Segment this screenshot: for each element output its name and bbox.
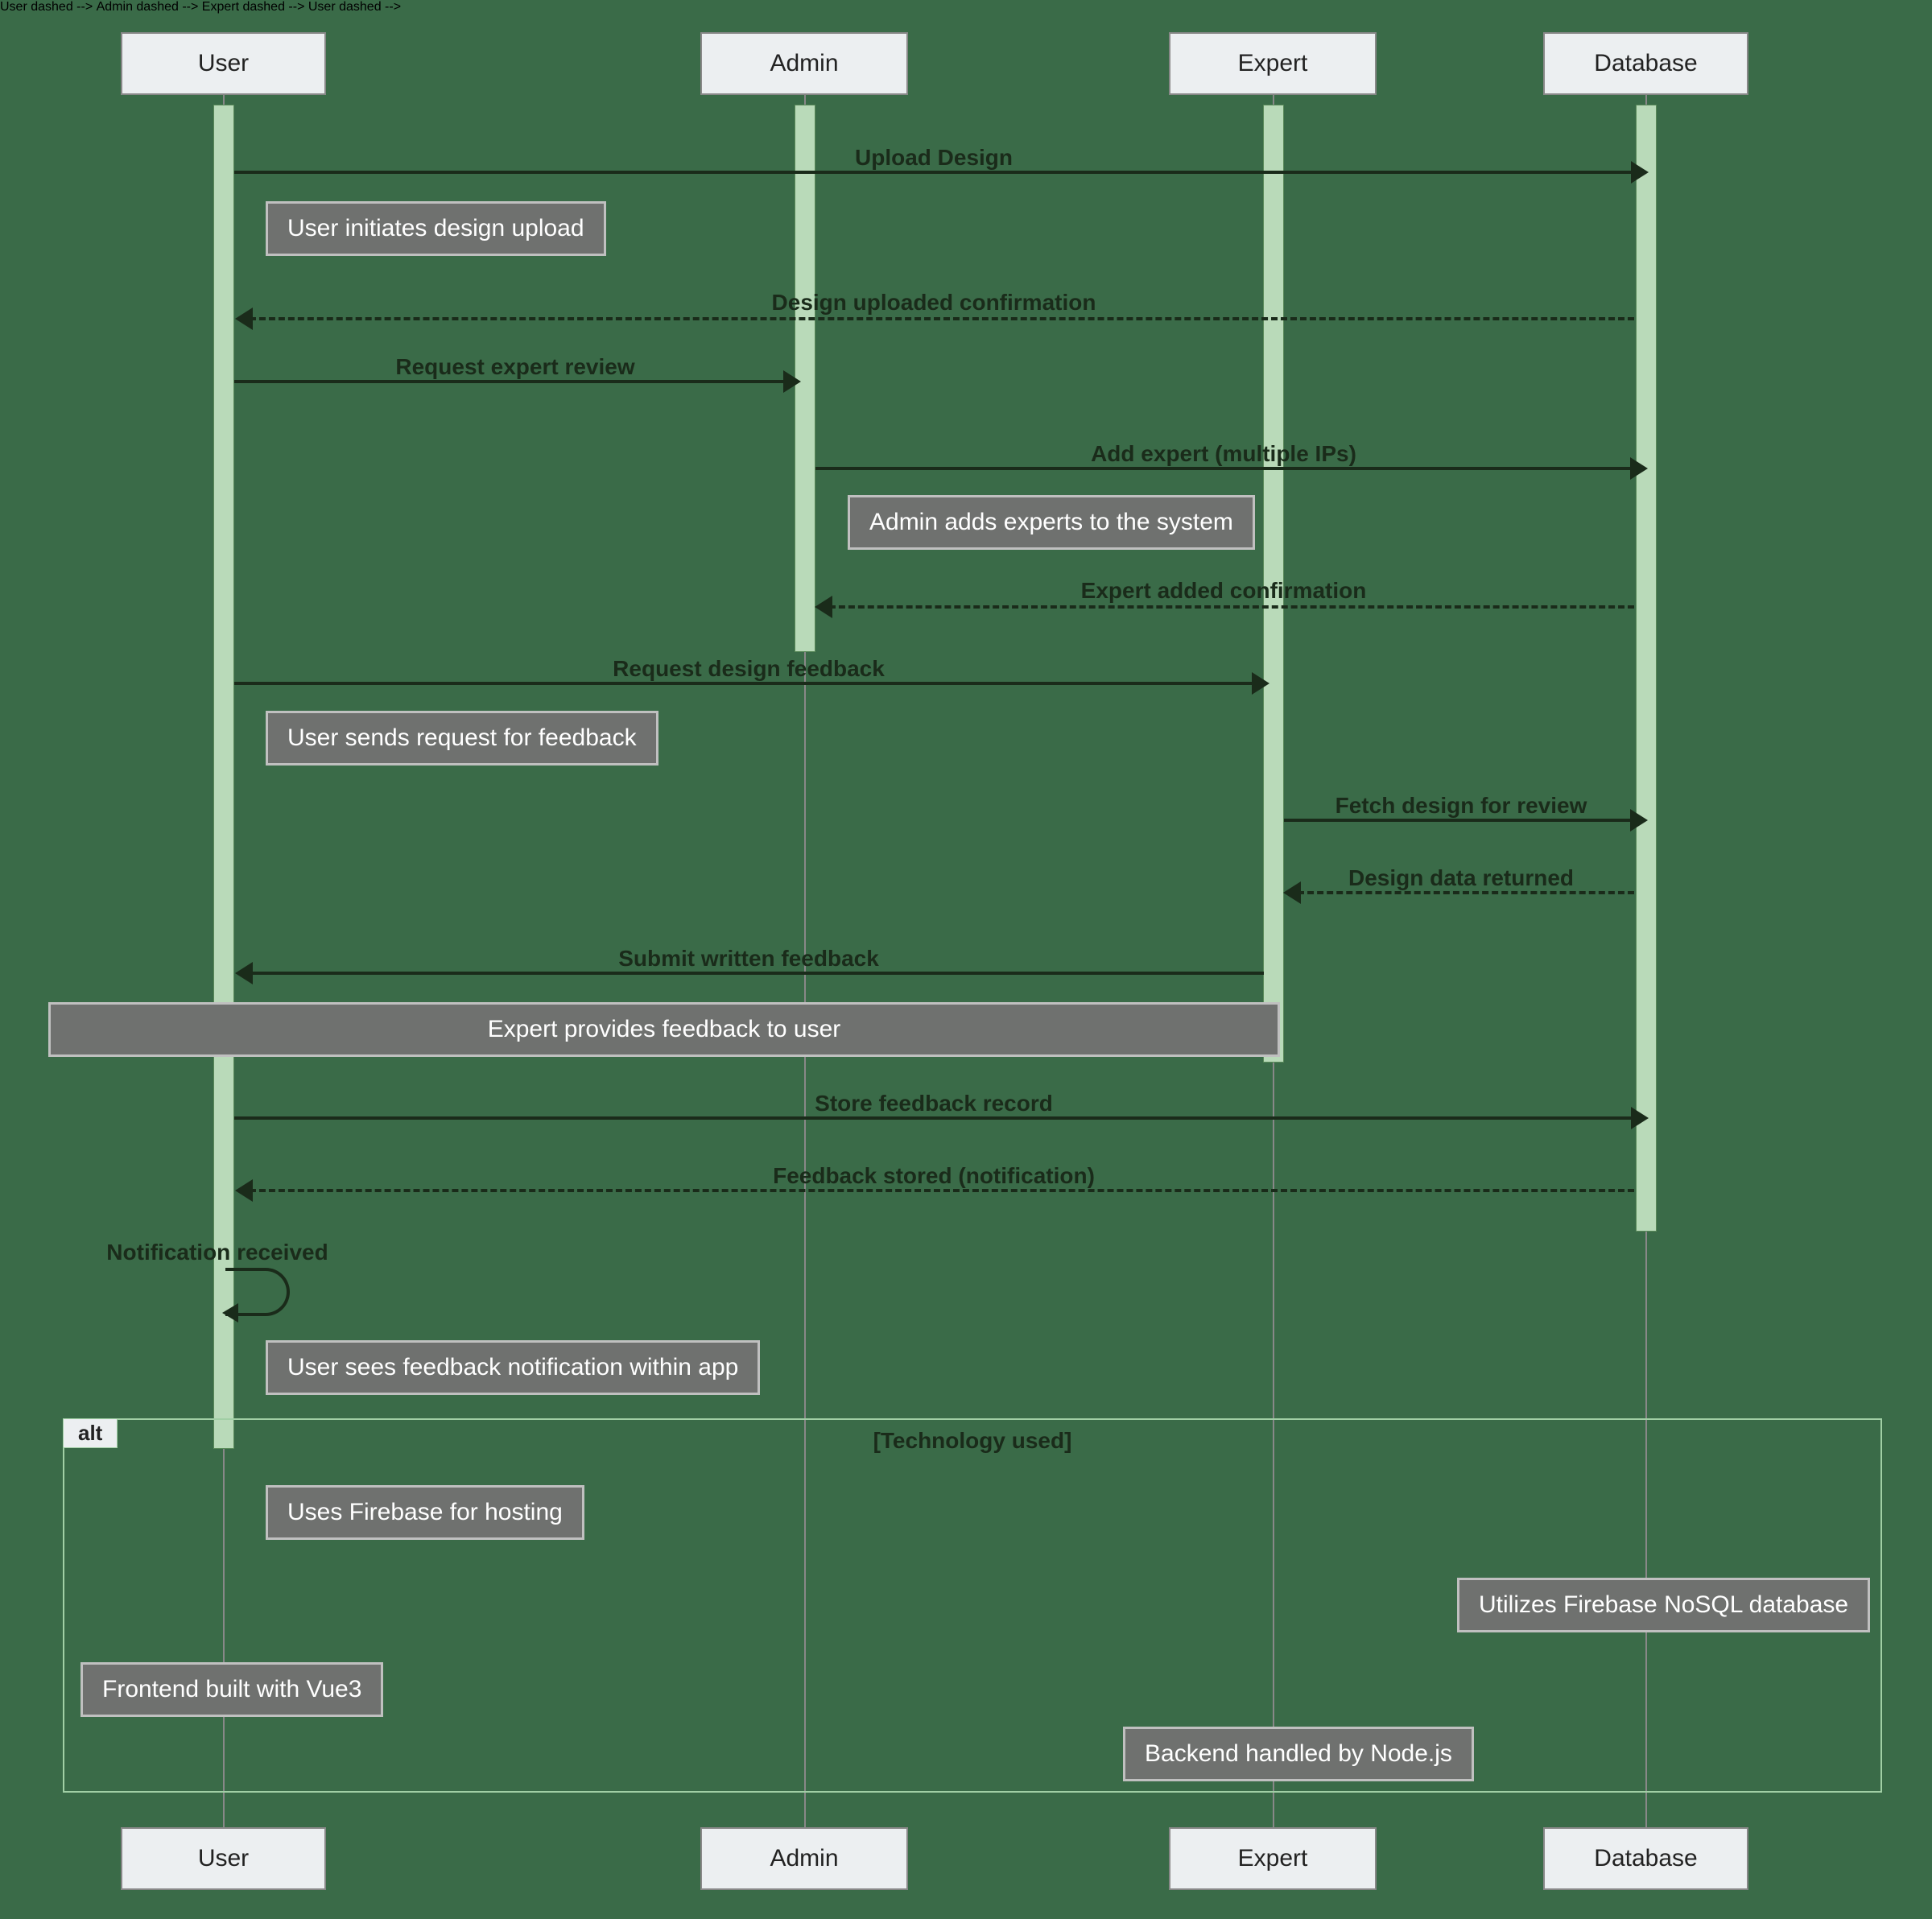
note-text: Admin adds experts to the system — [869, 509, 1233, 535]
note-text: User initiates design upload — [287, 215, 584, 241]
note-box: Uses Firebase for hosting — [266, 1485, 584, 1540]
note-box: User sends request for feedback — [266, 711, 658, 766]
actor-label: Database — [1594, 1845, 1697, 1872]
arrow-head-icon — [235, 1179, 253, 1202]
arrow-head-icon — [235, 307, 253, 330]
note-text: Frontend built with Vue3 — [102, 1676, 361, 1702]
note-box: Frontend built with Vue3 — [80, 1662, 383, 1717]
message-arrow — [250, 972, 1264, 975]
message-label: Store feedback record — [815, 1091, 1053, 1116]
note-text: Expert provides feedback to user — [488, 1016, 841, 1042]
arrow-head-icon — [1630, 457, 1648, 480]
arrow-head-icon — [1283, 881, 1301, 904]
alt-label-text: alt — [78, 1421, 102, 1445]
arrow-head-icon — [235, 962, 253, 984]
arrow-head-icon — [783, 370, 801, 393]
message-label: Expert added confirmation — [1081, 578, 1367, 604]
message-arrow — [234, 380, 783, 383]
message-label: Fetch design for review — [1335, 793, 1587, 819]
arrow-head-icon — [1631, 161, 1649, 184]
message-label: Design data returned — [1348, 865, 1574, 891]
self-message-loop — [225, 1268, 290, 1316]
note-box: User sees feedback notification within a… — [266, 1340, 760, 1395]
message-arrow — [234, 682, 1252, 685]
message-label: Request design feedback — [613, 656, 885, 682]
actor-user-top: User — [121, 32, 326, 95]
message-label: Request expert review — [395, 354, 634, 380]
note-box: User initiates design upload — [266, 201, 606, 256]
message-arrow — [1284, 819, 1630, 822]
actor-admin-top: Admin — [700, 32, 908, 95]
note-text: Utilizes Firebase NoSQL database — [1479, 1591, 1848, 1618]
arrow-head-icon — [815, 596, 832, 618]
arrow-head-icon — [1252, 672, 1269, 695]
message-arrow-dashed — [250, 317, 1634, 320]
message-label: Add expert (multiple IPs) — [1091, 441, 1356, 467]
actor-expert-bottom: Expert — [1169, 1827, 1377, 1890]
message-arrow-dashed — [1298, 891, 1634, 894]
message-label: Upload Design — [855, 145, 1013, 171]
actor-label: User — [198, 50, 249, 76]
message-label: Notification received — [106, 1240, 328, 1265]
alt-title: [Technology used] — [873, 1428, 1072, 1454]
message-arrow-dashed — [250, 1189, 1634, 1192]
arrow-head-icon — [1630, 809, 1648, 832]
message-arrow — [234, 1116, 1631, 1120]
actor-label: Database — [1594, 50, 1697, 76]
activation-database — [1636, 105, 1657, 1232]
alt-label: alt — [63, 1418, 118, 1448]
note-text: Uses Firebase for hosting — [287, 1499, 563, 1525]
actor-label: Admin — [770, 50, 838, 76]
actor-expert-top: Expert — [1169, 32, 1377, 95]
note-box: Admin adds experts to the system — [848, 495, 1255, 550]
note-text: User sends request for feedback — [287, 724, 637, 751]
actor-database-bottom: Database — [1543, 1827, 1748, 1890]
note-box: Utilizes Firebase NoSQL database — [1457, 1578, 1870, 1632]
actor-user-bottom: User — [121, 1827, 326, 1890]
actor-admin-bottom: Admin — [700, 1827, 908, 1890]
actor-database-top: Database — [1543, 32, 1748, 95]
actor-label: Expert — [1238, 1845, 1308, 1872]
note-text: Backend handled by Node.js — [1145, 1740, 1452, 1767]
message-arrow — [815, 467, 1630, 470]
arrow-head-icon — [1631, 1107, 1649, 1129]
message-arrow — [234, 171, 1631, 174]
message-arrow-dashed — [829, 605, 1634, 609]
message-label: Design uploaded confirmation — [772, 290, 1096, 316]
actor-label: User — [198, 1845, 249, 1872]
message-label: Feedback stored (notification) — [773, 1163, 1095, 1189]
note-text: User sees feedback notification within a… — [287, 1354, 738, 1380]
actor-label: Admin — [770, 1845, 838, 1872]
actor-label: Expert — [1238, 50, 1308, 76]
note-box: Expert provides feedback to user — [48, 1002, 1280, 1057]
note-box: Backend handled by Node.js — [1123, 1727, 1474, 1781]
message-label: Submit written feedback — [618, 946, 879, 972]
